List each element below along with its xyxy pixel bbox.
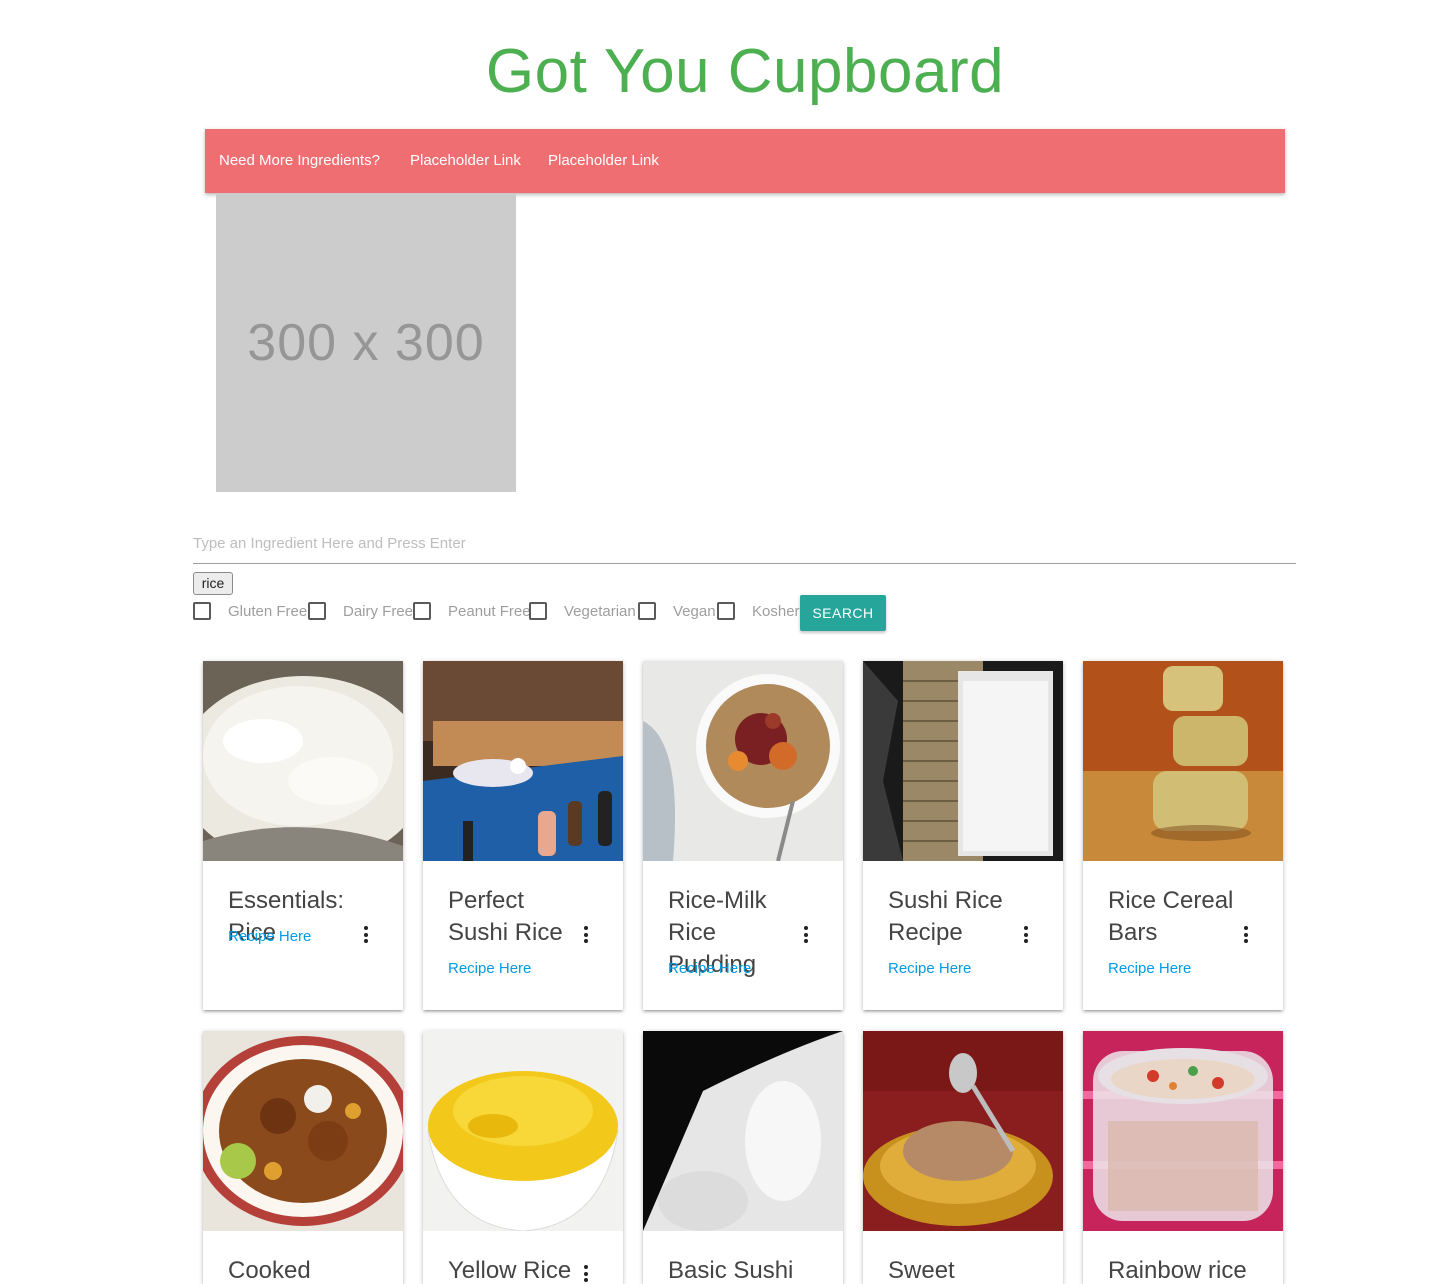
recipe-image	[203, 1031, 403, 1231]
nav-link-more-ingredients[interactable]: Need More Ingredients?	[219, 129, 380, 193]
recipe-title: Sweet	[888, 1257, 955, 1284]
recipe-image	[423, 661, 623, 861]
recipe-image	[863, 661, 1063, 861]
nav-link-placeholder-2[interactable]: Placeholder Link	[548, 129, 659, 193]
recipe-link[interactable]: Recipe Here	[448, 960, 531, 977]
peanut-free-checkbox[interactable]	[413, 602, 431, 620]
recipe-card: Basic Sushi	[643, 1031, 843, 1284]
search-button[interactable]: Search	[800, 595, 886, 631]
more-vert-icon[interactable]	[1241, 925, 1251, 945]
recipe-title: Rainbow rice	[1108, 1257, 1247, 1284]
recipe-image	[643, 661, 843, 861]
placeholder-image: 300 x 300	[216, 194, 516, 492]
recipe-link[interactable]: Recipe Here	[668, 960, 751, 977]
more-vert-icon[interactable]	[1021, 925, 1031, 945]
recipe-card: Rice Cereal Bars Recipe Here	[1083, 661, 1283, 1010]
recipe-title: Sushi Rice Recipe	[888, 887, 1003, 946]
recipe-link[interactable]: Recipe Here	[228, 928, 311, 945]
recipe-card: Sweet	[863, 1031, 1063, 1284]
more-vert-icon[interactable]	[801, 925, 811, 945]
recipe-title: Yellow Rice	[448, 1257, 572, 1284]
recipe-card: Cooked	[203, 1031, 403, 1284]
vegetarian-checkbox[interactable]	[529, 602, 547, 620]
dairy-free-checkbox[interactable]	[308, 602, 326, 620]
recipe-title: Cooked	[228, 1257, 311, 1284]
recipe-title: Perfect Sushi Rice	[448, 887, 563, 946]
placeholder-image-label: 300 x 300	[247, 314, 485, 372]
nav-link-placeholder-1[interactable]: Placeholder Link	[410, 129, 521, 193]
recipe-card: Perfect Sushi Rice Recipe Here	[423, 661, 623, 1010]
recipe-image	[1083, 661, 1283, 861]
gluten-free-label: Gluten Free	[228, 603, 308, 620]
recipe-link[interactable]: Recipe Here	[1108, 960, 1191, 977]
recipe-card: Sushi Rice Recipe Recipe Here	[863, 661, 1063, 1010]
recipe-title: Rice Cereal Bars	[1108, 887, 1234, 946]
dairy-free-label: Dairy Free	[343, 603, 414, 620]
ingredient-chip[interactable]: rice	[193, 572, 233, 595]
kosher-label: Kosher	[752, 603, 800, 620]
site-title: Got You Cupboard	[485, 37, 1005, 106]
peanut-free-label: Peanut Free	[448, 603, 531, 620]
recipe-card: Essentials: Rice Recipe Here	[203, 661, 403, 1010]
more-vert-icon[interactable]	[581, 1264, 591, 1284]
vegetarian-label: Vegetarian	[564, 603, 636, 620]
vegan-label: Vegan	[673, 603, 716, 620]
recipe-link[interactable]: Recipe Here	[888, 960, 971, 977]
recipe-image	[863, 1031, 1063, 1231]
recipe-image	[1083, 1031, 1283, 1231]
recipe-card: Rainbow rice	[1083, 1031, 1283, 1284]
recipe-title: Basic Sushi	[668, 1257, 794, 1284]
more-vert-icon[interactable]	[361, 925, 371, 945]
ingredient-search-input[interactable]	[193, 523, 1296, 564]
kosher-checkbox[interactable]	[717, 602, 735, 620]
recipe-image	[643, 1031, 843, 1231]
vegan-checkbox[interactable]	[638, 602, 656, 620]
recipe-image	[423, 1031, 623, 1231]
recipe-card: Yellow Rice	[423, 1031, 623, 1284]
navbar: Need More Ingredients? Placeholder Link …	[205, 129, 1285, 193]
recipe-card: Rice-Milk Rice Pudding Recipe Here	[643, 661, 843, 1010]
gluten-free-checkbox[interactable]	[193, 602, 211, 620]
recipe-image	[203, 661, 403, 861]
more-vert-icon[interactable]	[581, 925, 591, 945]
